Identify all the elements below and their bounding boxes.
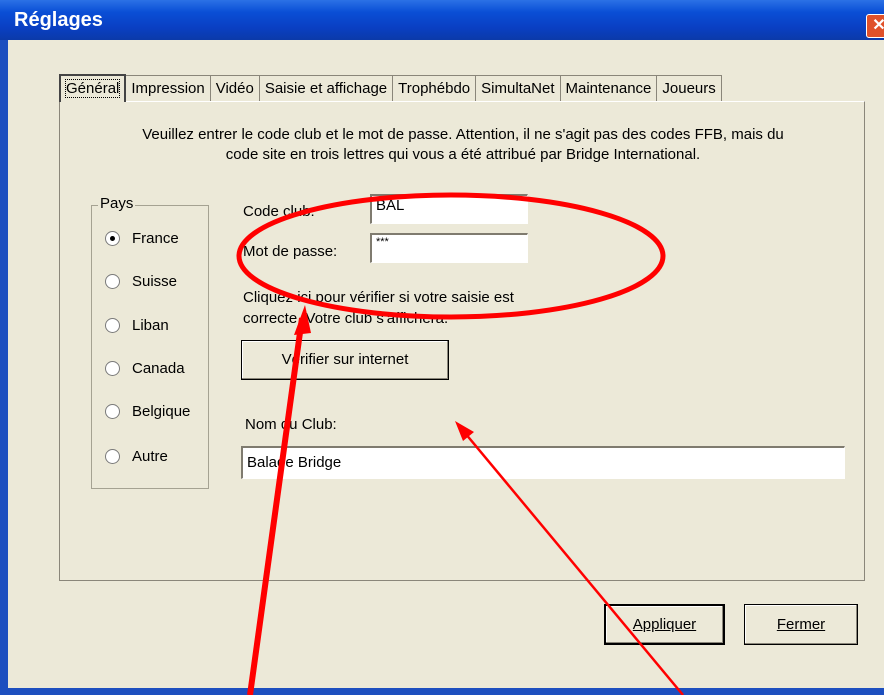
arrow-head-thick — [294, 305, 311, 335]
tab-label: Général — [64, 79, 121, 98]
tab-general[interactable]: Général — [59, 74, 127, 102]
highlight-ellipse — [236, 192, 666, 320]
settings-window: Réglages ✕ Général Impression Vidéo Sais… — [0, 0, 884, 695]
red-annotation-overlay — [236, 192, 684, 695]
arrow-head-thin — [455, 421, 474, 441]
arrow-shaft-thin — [459, 426, 684, 695]
arrow-shaft-thick — [247, 317, 305, 695]
